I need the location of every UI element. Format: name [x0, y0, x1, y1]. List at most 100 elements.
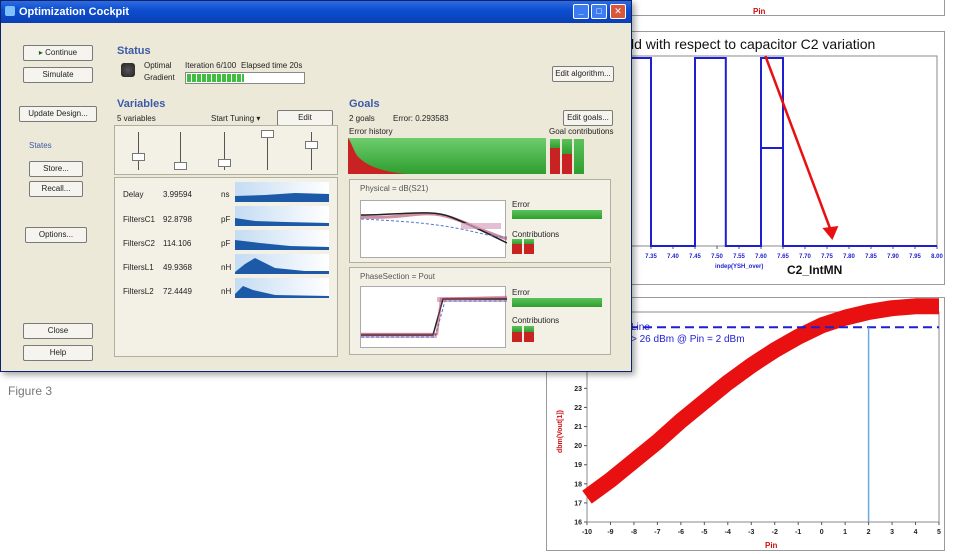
c2-x-tick-label: 7.65 [777, 254, 789, 260]
c2-x-tick-label: 7.50 [711, 254, 723, 260]
pin-x-tick-label: -7 [654, 529, 660, 536]
options-button[interactable]: Options... [25, 227, 87, 243]
simulate-button[interactable]: Simulate [23, 67, 93, 83]
optimization-cockpit-window: Optimization Cockpit _ □ ✕ ▸ Continue Si… [0, 0, 632, 372]
pin-y-tick-label: 16 [574, 520, 582, 527]
goal2-contribution-bar [524, 326, 534, 332]
pin-x-tick-label: -9 [607, 529, 613, 536]
goal1-contributions-label: Contributions [512, 230, 560, 239]
variable-value: 49.9368 [163, 263, 192, 272]
goal2-error-bar [512, 298, 602, 307]
goal-contribution-bar [574, 139, 584, 174]
slider-thumb[interactable] [132, 153, 145, 161]
c2-x-prefix: indep(YSH_over) [715, 264, 764, 270]
goals-heading: Goals [349, 98, 380, 110]
close-button[interactable]: Close [23, 323, 93, 339]
goal1-title: Physical = dB(S21) [360, 184, 429, 193]
pin-chart-title: Line [631, 322, 650, 333]
title-bar[interactable]: Optimization Cockpit _ □ ✕ [1, 1, 631, 23]
goal2-title: PhaseSection = Pout [360, 272, 435, 281]
pin-x-tick-label: -10 [582, 529, 592, 536]
c2-x-tick-label: 7.55 [733, 254, 745, 260]
c2-x-tick-label: 7.35 [645, 254, 657, 260]
variable-name: FiltersC1 [123, 215, 156, 224]
iteration-text: Iteration 6/100 [185, 61, 237, 70]
update-design-button[interactable]: Update Design... [19, 106, 97, 122]
continue-label: Continue [45, 48, 78, 57]
edit-algorithm-button[interactable]: Edit algorithm... [552, 66, 614, 82]
c2-x-tick-label: 7.60 [755, 254, 767, 260]
variable-sparkline [235, 182, 329, 202]
c2-arrow-line [764, 55, 833, 233]
states-label: States [29, 141, 52, 150]
edit-variables-button[interactable]: Edit variables... [277, 110, 333, 136]
goals-count: 2 goals [349, 114, 375, 123]
slider-thumb[interactable] [174, 162, 187, 170]
c2-series-step [761, 147, 784, 246]
c2-x-tick-label: 7.90 [887, 254, 899, 260]
pin-y-tick-label: 22 [574, 405, 582, 412]
c2-x-tick-label: 7.95 [909, 254, 921, 260]
slider-track[interactable] [311, 132, 312, 170]
help-button[interactable]: Help [23, 345, 93, 361]
goal2-plot [360, 286, 507, 348]
goal-contribution-bar [550, 139, 560, 148]
goal2-error-label: Error [512, 288, 530, 297]
goal1-contribution-bar [512, 244, 522, 254]
pin-x-tick-label: -2 [772, 529, 778, 536]
close-icon[interactable]: ✕ [610, 4, 626, 19]
slider-panel [114, 125, 338, 175]
pin-x-tick-label: 4 [914, 529, 918, 536]
pin-y-tick-label: 17 [574, 500, 582, 507]
maximize-icon[interactable]: □ [591, 4, 607, 19]
variable-sparkline [235, 278, 329, 298]
tuning-dropdown[interactable]: Start Tuning ▾ [211, 114, 260, 123]
pin-x-tick-label: 0 [820, 529, 824, 536]
pin-y-tick-label: 19 [574, 462, 582, 469]
variable-unit: nH [221, 263, 232, 272]
elapsed-text: Elapsed time 20s [241, 61, 303, 70]
goal-contributions-label: Goal contributions [549, 127, 614, 136]
progress-bar [185, 72, 305, 84]
c2-x-tick-label: 7.70 [799, 254, 811, 260]
goal1-panel: Physical = dB(S21) Error Contributions [349, 179, 611, 263]
pin-x-tick-label: -4 [725, 529, 731, 536]
app-icon [5, 6, 15, 16]
c2-x-tick-label: 8.00 [931, 254, 943, 260]
slider-thumb[interactable] [305, 141, 318, 149]
variables-heading: Variables [117, 98, 166, 110]
goal2-contribution-bar [524, 332, 534, 342]
variable-unit: pF [221, 239, 231, 248]
progress-fill [187, 74, 244, 82]
optimizer-icon [121, 63, 135, 77]
variable-unit: ns [221, 190, 230, 199]
c2-x-tick-label: 7.75 [821, 254, 833, 260]
variable-sparkline [235, 206, 329, 226]
edit-goals-button[interactable]: Edit goals... [563, 110, 613, 126]
goal1-contribution-bar [524, 239, 534, 244]
pin-x-label: Pin [765, 541, 778, 550]
pin-y-label: dbm(Vout[1]) [557, 409, 565, 454]
method-optimal: Optimal [144, 61, 172, 70]
goals-error: Error: 0.293583 [393, 114, 449, 123]
goal1-contribution-bar [512, 239, 522, 244]
variable-unit: nH [221, 287, 232, 296]
store-button[interactable]: Store... [29, 161, 83, 177]
pin-x-tick-label: -8 [631, 529, 637, 536]
variable-name: FiltersL1 [123, 263, 154, 272]
pin-x-tick-label: 5 [937, 529, 941, 536]
c2-arrow-head [822, 226, 839, 240]
recall-button[interactable]: Recall... [29, 181, 83, 197]
variable-sparkline [235, 254, 329, 274]
error-history-label: Error history [349, 127, 393, 136]
c2-x-label: C2_IntMN [787, 263, 843, 277]
continue-button[interactable]: ▸ Continue [23, 45, 93, 61]
goal2-contributions-label: Contributions [512, 316, 560, 325]
slider-thumb[interactable] [261, 130, 274, 138]
pin-x-tick-label: 2 [867, 529, 871, 536]
pin-chart-subtitle: > 26 dBm @ Pin = 2 dBm [631, 334, 745, 345]
goal2-contribution-bar [512, 332, 522, 342]
slider-track[interactable] [138, 132, 139, 170]
slider-thumb[interactable] [218, 159, 231, 167]
minimize-icon[interactable]: _ [573, 4, 589, 19]
